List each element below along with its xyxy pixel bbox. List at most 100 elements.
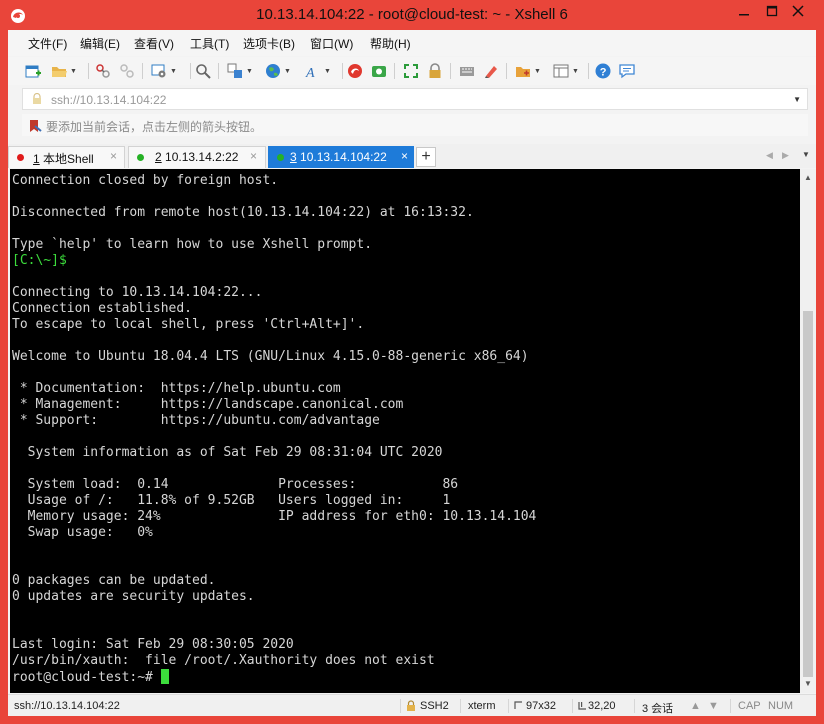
cursor-position-icon (578, 702, 586, 710)
window-title: 10.13.14.104:22 - root@cloud-test: ~ - X… (256, 6, 568, 23)
tab-number: 2 (155, 150, 162, 164)
new-tab-button[interactable]: + (416, 147, 436, 167)
close-icon[interactable]: × (250, 149, 257, 163)
resize-icon (514, 701, 522, 709)
new-session-button[interactable] (24, 62, 42, 80)
scroll-up-icon[interactable]: ▲ (804, 173, 812, 182)
globe-icon (266, 64, 280, 78)
svg-text:?: ? (600, 67, 607, 79)
lock-icon (429, 63, 441, 78)
encoding-button[interactable]: ▼ (264, 62, 291, 80)
upload-arrow-icon: ▲ (690, 700, 701, 712)
status-terminal-size: 97x32 (526, 700, 556, 712)
chevron-down-icon: ▼ (284, 68, 291, 75)
status-separator (634, 699, 635, 713)
properties-icon (151, 64, 166, 78)
toolbar-separator (142, 63, 143, 79)
find-button[interactable] (194, 62, 212, 80)
status-num-lock: NUM (768, 700, 794, 712)
font-button[interactable]: A ▼ (304, 62, 331, 80)
menu-edit[interactable]: 编辑(E) (80, 35, 120, 52)
lock-icon (407, 700, 415, 711)
status-session-count: 3 会话 (642, 703, 674, 715)
tab-list-chevron-down-icon[interactable]: ▼ (802, 150, 810, 159)
disconnect-icon (120, 64, 134, 78)
chat-icon (619, 64, 635, 79)
fullscreen-button[interactable] (402, 62, 420, 80)
client-area: 文件(F) 编辑(E) 查看(V) 工具(T) 选项卡(B) 窗口(W) 帮助(… (8, 30, 816, 716)
tab-scroll-left-icon[interactable]: ◀ (766, 150, 773, 161)
session-properties-button[interactable]: ▼ (150, 62, 177, 80)
address-bar[interactable]: ssh://10.13.14.104:22 ▼ (22, 88, 808, 110)
status-dot (277, 154, 284, 161)
transfer-button[interactable]: ▼ (226, 62, 253, 80)
terminal-block: Connection closed by foreign host. Disco… (12, 173, 474, 252)
tab-number: 3 (290, 150, 297, 164)
session-hint-bar: 要添加当前会话，点击左侧的箭头按钮。 (22, 114, 808, 136)
menu-help[interactable]: 帮助(H) (370, 35, 411, 52)
status-caps-lock: CAP (738, 700, 761, 712)
fullscreen-icon (404, 64, 418, 78)
maximize-icon (766, 5, 778, 17)
disconnect-button[interactable] (118, 62, 136, 80)
terminal-cursor (160, 669, 169, 684)
toolbar-separator (342, 63, 343, 79)
minimize-button[interactable] (729, 0, 759, 22)
connect-button[interactable] (94, 62, 112, 80)
menu-file[interactable]: 文件(F) (28, 35, 67, 52)
toolbar-separator (190, 63, 191, 79)
toolbar-separator (450, 63, 451, 79)
title-bar[interactable]: 10.13.14.104:22 - root@cloud-test: ~ - X… (0, 0, 824, 30)
close-icon (792, 5, 804, 17)
connect-icon (96, 64, 110, 78)
close-icon[interactable]: × (401, 149, 408, 163)
chevron-down-icon[interactable]: ▼ (793, 95, 801, 104)
menu-view[interactable]: 查看(V) (134, 35, 174, 52)
status-bar: ssh://10.13.14.104:22 SSH2 xterm 97x32 3… (8, 694, 816, 716)
chevron-down-icon: ▼ (572, 68, 579, 75)
menu-tab[interactable]: 选项卡(B) (243, 35, 295, 52)
folder-add-icon (516, 67, 530, 77)
close-icon[interactable]: × (110, 149, 117, 163)
help-button[interactable]: ? (594, 62, 612, 80)
toolbar-separator (218, 63, 219, 79)
svg-text:A: A (305, 66, 315, 79)
add-session-arrow-icon[interactable] (28, 119, 42, 133)
scrollbar-thumb[interactable] (803, 311, 813, 677)
new-folder-button[interactable]: ▼ (514, 62, 541, 80)
terminal-view[interactable]: Connection closed by foreign host. Disco… (10, 169, 800, 693)
tab-session-3[interactable]: 3 10.13.14.104:22 × (268, 146, 414, 168)
chevron-down-icon: ▼ (324, 68, 331, 75)
xftp-button[interactable] (370, 62, 388, 80)
address-input[interactable]: ssh://10.13.14.104:22 (51, 93, 166, 107)
tab-session-2[interactable]: 2 10.13.14.2:22 × (128, 146, 266, 168)
layout-button[interactable]: ▼ (552, 62, 579, 80)
menu-tools[interactable]: 工具(T) (190, 35, 229, 52)
menu-bar: 文件(F) 编辑(E) 查看(V) 工具(T) 选项卡(B) 窗口(W) 帮助(… (8, 30, 816, 56)
chevron-down-icon: ▼ (246, 68, 253, 75)
status-separator (400, 699, 401, 713)
status-dot (17, 154, 24, 161)
pen-icon (485, 66, 497, 78)
keyboard-button[interactable] (458, 62, 476, 80)
lock-button[interactable] (426, 62, 444, 80)
tab-scroll-right-icon[interactable]: ▶ (782, 150, 789, 161)
scroll-down-icon[interactable]: ▼ (804, 679, 812, 688)
local-prompt: [C:\~]$ (12, 253, 67, 268)
close-button[interactable] (778, 0, 818, 22)
status-dot (137, 154, 144, 161)
tab-label: 本地Shell (43, 152, 94, 166)
tab-local-shell[interactable]: 1 本地Shell × (8, 146, 125, 168)
chevron-down-icon: ▼ (70, 68, 77, 75)
terminal-scrollbar[interactable]: ▲ ▼ (800, 169, 816, 693)
status-terminal-type: xterm (468, 700, 496, 712)
tab-label: 10.13.14.2:22 (165, 150, 239, 164)
xshell-button[interactable] (346, 62, 364, 80)
open-folder-button[interactable]: ▼ (50, 62, 77, 80)
chat-button[interactable] (618, 62, 636, 80)
layout-icon (553, 64, 569, 78)
highlight-button[interactable] (482, 62, 500, 80)
chevron-down-icon: ▼ (534, 68, 541, 75)
chevron-down-icon: ▼ (170, 68, 177, 75)
menu-window[interactable]: 窗口(W) (310, 35, 353, 52)
